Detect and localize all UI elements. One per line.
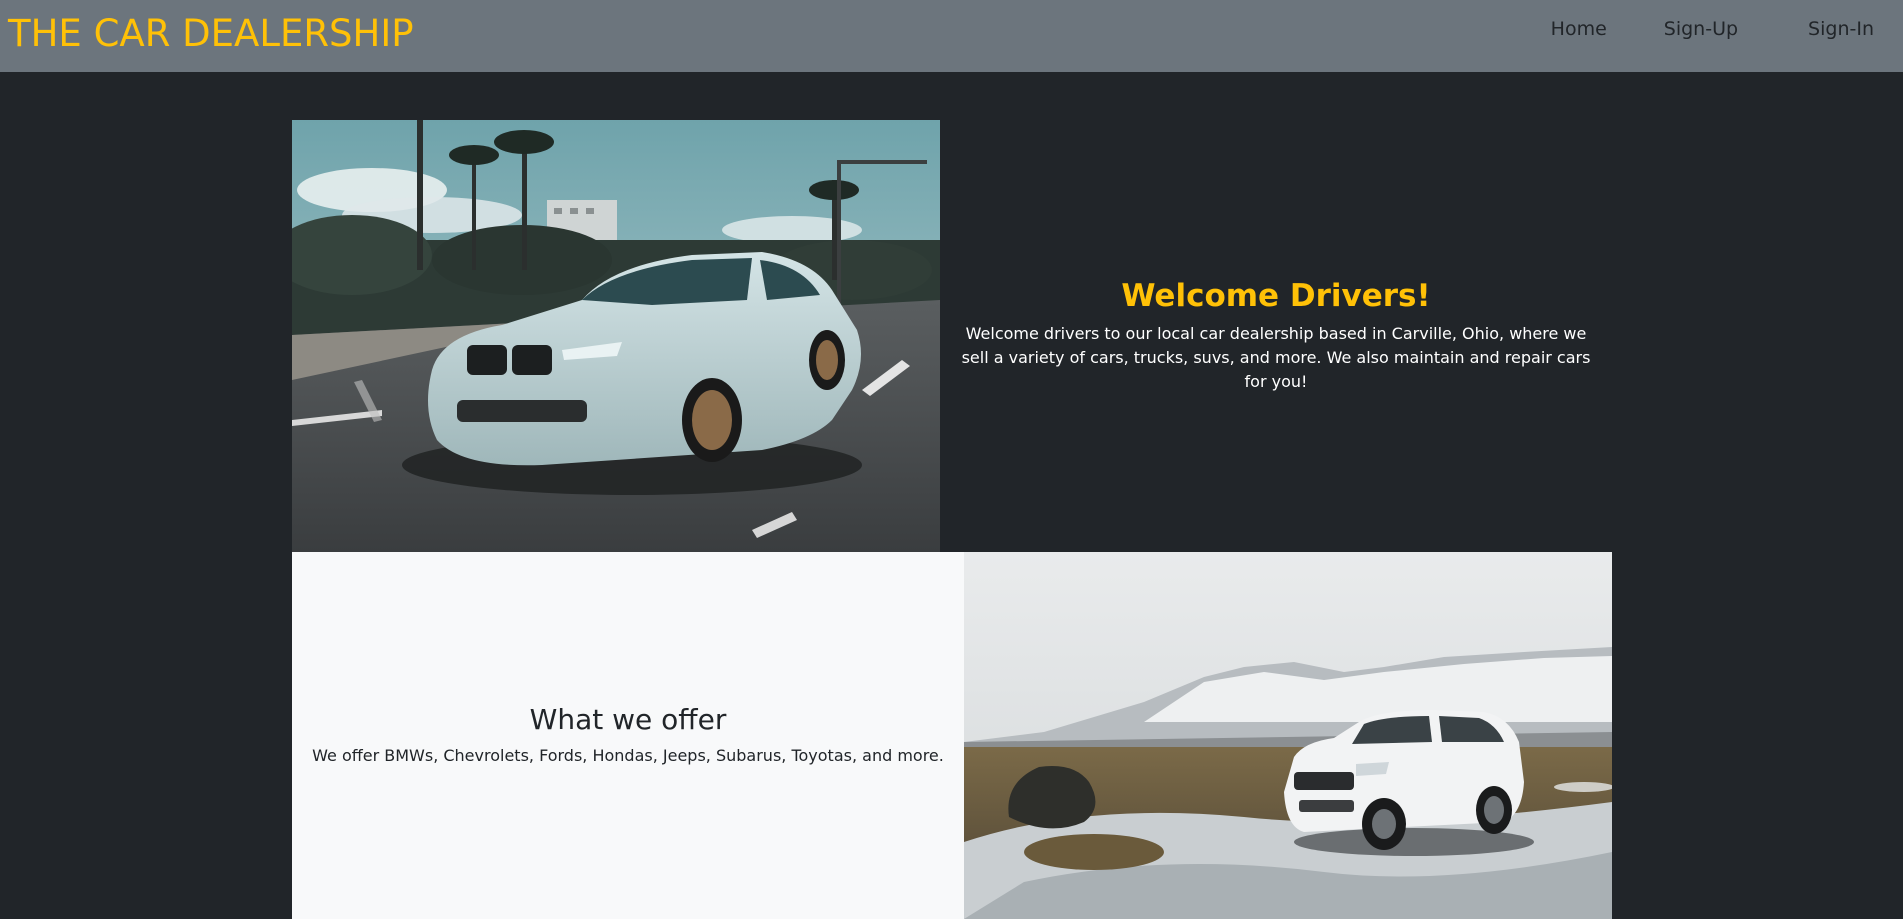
welcome-section: Welcome Drivers! Welcome drivers to our …	[292, 120, 1612, 552]
offer-text: We offer BMWs, Chevrolets, Fords, Hondas…	[312, 746, 944, 765]
nav-link-signup[interactable]: Sign-Up	[1664, 18, 1738, 40]
nav-link-home[interactable]: Home	[1551, 18, 1607, 40]
welcome-text: Welcome drivers to our local car dealers…	[961, 324, 1591, 391]
brand-title[interactable]: THE CAR DEALERSHIP	[8, 12, 414, 55]
sedan-photo	[292, 120, 940, 552]
welcome-panel: Welcome Drivers! Welcome drivers to our …	[940, 120, 1612, 552]
offer-title: What we offer	[529, 703, 727, 736]
nav-links: Home Sign-Up Sign-In	[1551, 18, 1874, 40]
nav-link-signin[interactable]: Sign-In	[1808, 18, 1874, 40]
navbar: THE CAR DEALERSHIP Home Sign-Up Sign-In	[0, 0, 1903, 72]
suv-photo	[964, 552, 1612, 919]
offer-section: What we offer We offer BMWs, Chevrolets,…	[292, 552, 1612, 919]
offer-panel: What we offer We offer BMWs, Chevrolets,…	[292, 552, 964, 919]
welcome-title: Welcome Drivers!	[1121, 278, 1431, 314]
